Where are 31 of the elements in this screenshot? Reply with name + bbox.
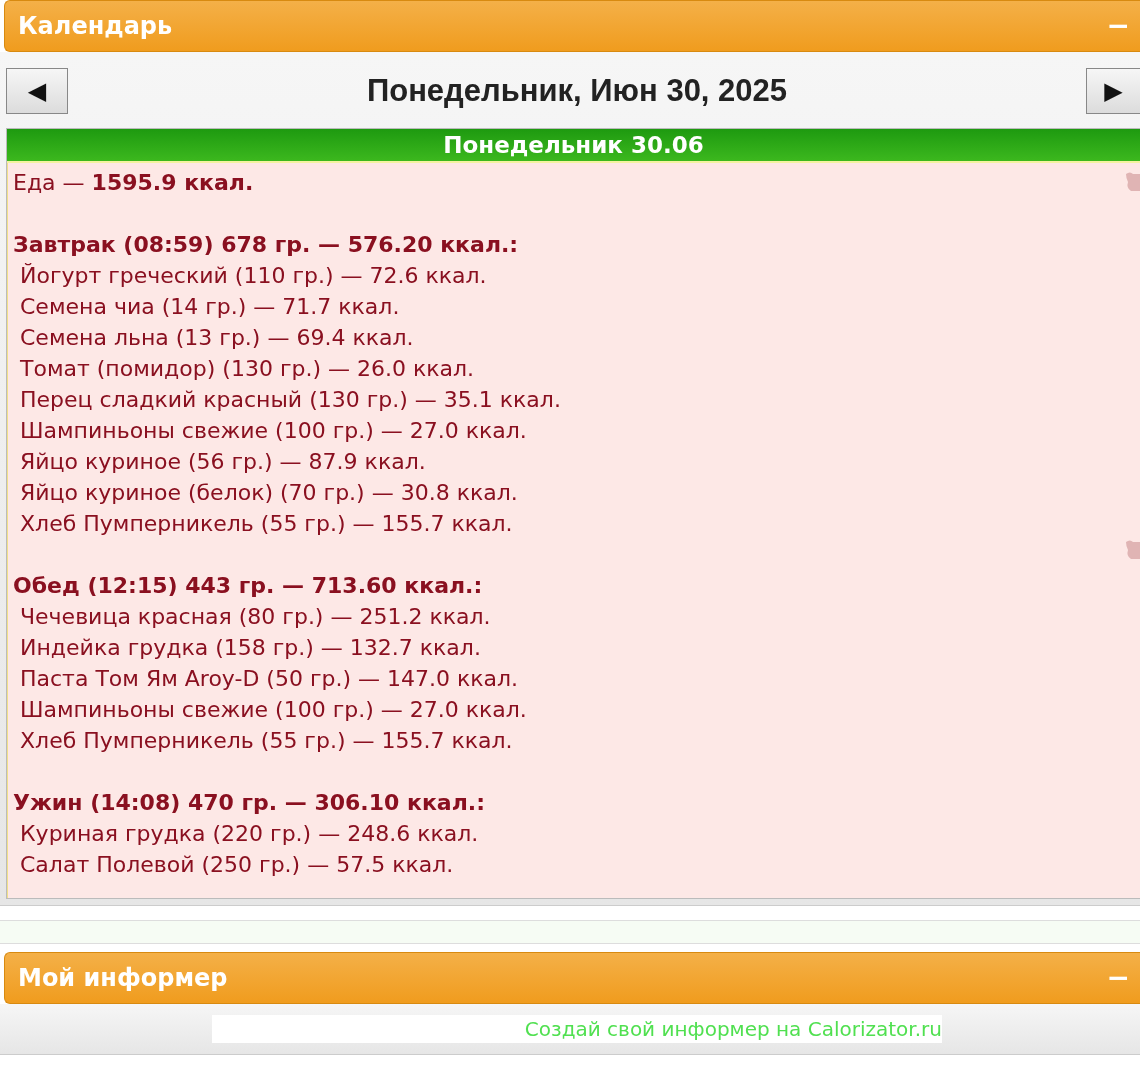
food-item: Шампиньоны свежие (100 гр.) — 27.0 ккал. bbox=[19, 417, 528, 445]
food-item: Чечевица красная (80 гр.) — 251.2 ккал. bbox=[19, 603, 492, 631]
panel-title: Календарь bbox=[18, 12, 173, 40]
collapse-button[interactable]: − bbox=[1106, 12, 1140, 40]
food-item: Перец сладкий красный (130 гр.) — 35.1 ккал. bbox=[19, 386, 562, 414]
food-item: Хлеб Пумперникель (55 гр.) — 155.7 ккал. bbox=[19, 510, 514, 538]
meal-heading: Обед (12:15) 443 гр. — 713.60 ккал.: bbox=[13, 572, 484, 600]
food-item: Хлеб Пумперникель (55 гр.) — 155.7 ккал. bbox=[19, 727, 514, 755]
panel-title: Мой информер bbox=[18, 964, 228, 992]
food-item: Индейка грудка (158 гр.) — 132.7 ккал. bbox=[19, 634, 482, 662]
day-header: Понедельник 30.06 bbox=[7, 129, 1140, 163]
next-day-button[interactable]: ▶ bbox=[1086, 68, 1140, 114]
food-item: Паста Том Ям Aroy-D (50 гр.) — 147.0 ккал. bbox=[19, 665, 520, 693]
food-total: Еда — 1595.9 ккал. bbox=[13, 169, 254, 197]
hand-icon bbox=[1124, 171, 1140, 191]
food-item: Салат Полевой (250 гр.) — 57.5 ккал. bbox=[19, 851, 455, 879]
food-item: Семена льна (13 гр.) — 69.4 ккал. bbox=[19, 324, 415, 352]
food-item: Йогурт греческий (110 гр.) — 72.6 ккал. bbox=[19, 262, 488, 290]
meal-heading: Завтрак (08:59) 678 гр. — 576.20 ккал.: bbox=[13, 231, 520, 259]
food-item: Куриная грудка (220 гр.) — 248.6 ккал. bbox=[19, 820, 480, 848]
hand-icon bbox=[1124, 539, 1140, 559]
collapse-button[interactable]: − bbox=[1106, 964, 1140, 992]
meal-heading: Ужин (14:08) 470 гр. — 306.10 ккал.: bbox=[13, 789, 486, 817]
food-item: Яйцо куриное (56 гр.) — 87.9 ккал. bbox=[19, 448, 427, 476]
previous-day-button[interactable]: ◀ bbox=[6, 68, 68, 114]
food-item: Семена чиа (14 гр.) — 71.7 ккал. bbox=[19, 293, 401, 321]
informer-link[interactable]: Создай свой информер на Calorizator.ru bbox=[212, 1015, 942, 1043]
food-item: Шампиньоны свежие (100 гр.) — 27.0 ккал. bbox=[19, 696, 528, 724]
food-item: Яйцо куриное (белок) (70 гр.) — 30.8 ккал. bbox=[19, 479, 519, 507]
food-item: Томат (помидор) (130 гр.) — 26.0 ккал. bbox=[19, 355, 476, 383]
date-title: Понедельник, Июн 30, 2025 bbox=[365, 73, 789, 109]
